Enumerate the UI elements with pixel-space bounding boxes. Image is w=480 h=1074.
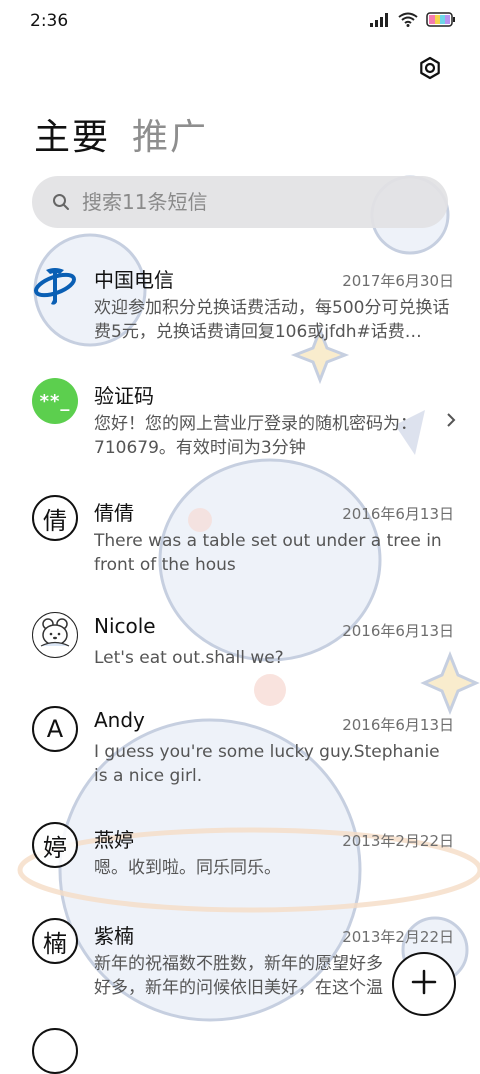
message-preview: 新年的祝福数不胜数，新年的愿望好多好多，新年的问候依旧美好，在这个温馨的时刻 — [94, 954, 383, 998]
message-preview: 嗯。收到啦。同乐同乐。 — [94, 858, 281, 878]
gear-icon — [418, 56, 442, 84]
message-preview: There was a table set out under a tree i… — [94, 531, 442, 575]
message-date: 2016年6月13日 — [342, 622, 454, 640]
message-date: 2017年6月30日 — [342, 272, 454, 290]
avatar: 楠 — [32, 918, 78, 964]
tab-bar: 主要 推广 — [34, 108, 208, 160]
plus-icon — [411, 969, 437, 999]
contact-name: 中国电信 — [94, 268, 174, 292]
status-time: 2:36 — [30, 11, 69, 31]
search-bar[interactable] — [32, 176, 448, 228]
avatar: **_ — [32, 378, 78, 424]
contact-name: Nicole — [94, 614, 156, 638]
avatar: 倩 — [32, 495, 78, 541]
conversation-item[interactable]: **_ 验证码 您好！您的网上营业厅登录的随机密码为：710679。有效时间为3… — [0, 368, 480, 468]
message-date: 2013年2月22日 — [342, 928, 454, 946]
tab-promotions[interactable]: 推广 — [132, 108, 208, 160]
compose-button[interactable] — [392, 952, 456, 1016]
avatar — [32, 612, 78, 658]
signal-icon — [370, 12, 390, 31]
avatar — [32, 1028, 78, 1074]
message-preview: 您好！您的网上营业厅登录的随机密码为：710679。有效时间为3分钟 — [94, 414, 417, 458]
battery-icon — [426, 12, 456, 31]
conversation-item[interactable]: A Andy 2016年6月13日 I guess you're some lu… — [0, 696, 480, 796]
conversation-item[interactable]: 婷 燕婷 2013年2月22日 嗯。收到啦。同乐同乐。 — [0, 812, 480, 912]
contact-name: 倩倩 — [94, 501, 134, 525]
status-bar: 2:36 — [0, 0, 480, 42]
contact-name: Andy — [94, 708, 145, 732]
china-telecom-logo — [32, 262, 78, 308]
search-icon — [52, 193, 70, 211]
tab-primary[interactable]: 主要 — [34, 108, 110, 160]
message-date: 2016年6月13日 — [342, 716, 454, 734]
conversation-item[interactable]: 中国电信 2017年6月30日 欢迎参加积分兑换话费活动，每500分可兑换话费5… — [0, 252, 480, 352]
contact-name: 燕婷 — [94, 828, 134, 852]
avatar: A — [32, 706, 78, 752]
search-input[interactable] — [80, 189, 424, 215]
wifi-icon — [398, 12, 418, 31]
message-preview: 欢迎参加积分兑换话费活动，每500分可兑换话费5元，兑换话费请回复106或jfd… — [94, 298, 450, 342]
contact-name: 紫楠 — [94, 924, 134, 948]
conversation-item[interactable]: Nicole 2016年6月13日 Let's eat out.shall we… — [0, 602, 480, 702]
settings-button[interactable] — [414, 54, 446, 86]
avatar: 婷 — [32, 822, 78, 868]
message-preview: Let's eat out.shall we? — [94, 648, 284, 668]
cartoon-bear-icon — [35, 613, 75, 657]
message-date: 2016年6月13日 — [342, 505, 454, 523]
conversation-item[interactable]: 倩 倩倩 2016年6月13日 There was a table set ou… — [0, 485, 480, 585]
chevron-right-icon[interactable] — [446, 412, 456, 432]
contact-name: 验证码 — [94, 384, 154, 408]
message-preview: I guess you're some lucky guy.Stephanie … — [94, 742, 440, 786]
message-date: 2013年2月22日 — [342, 832, 454, 850]
